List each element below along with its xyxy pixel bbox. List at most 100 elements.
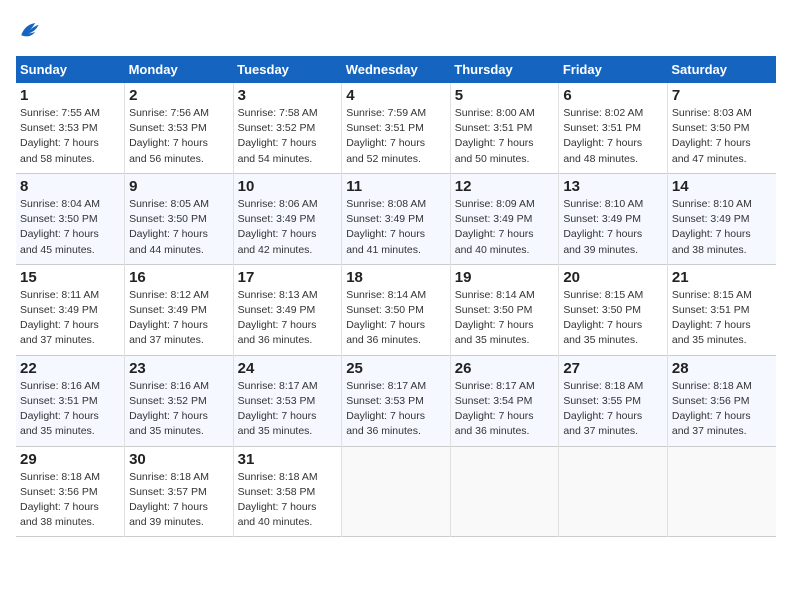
day-info: Sunrise: 7:55 AMSunset: 3:53 PMDaylight:… <box>20 106 120 167</box>
day-number: 17 <box>238 269 338 286</box>
day-number: 12 <box>455 178 555 195</box>
calendar-cell: 9 Sunrise: 8:05 AMSunset: 3:50 PMDaylight… <box>125 173 234 264</box>
calendar-cell: 1 Sunrise: 7:55 AMSunset: 3:53 PMDaylight… <box>16 83 125 173</box>
calendar-cell: 7 Sunrise: 8:03 AMSunset: 3:50 PMDaylight… <box>667 83 776 173</box>
day-info: Sunrise: 8:17 AMSunset: 3:54 PMDaylight:… <box>455 379 555 440</box>
day-number: 21 <box>672 269 772 286</box>
calendar-week-1: 1 Sunrise: 7:55 AMSunset: 3:53 PMDaylight… <box>16 83 776 173</box>
calendar-cell <box>559 446 668 537</box>
day-number: 30 <box>129 451 229 468</box>
calendar-cell: 29 Sunrise: 8:18 AMSunset: 3:56 PMDayligh… <box>16 446 125 537</box>
column-header-friday: Friday <box>559 56 668 83</box>
calendar-week-4: 22 Sunrise: 8:16 AMSunset: 3:51 PMDayligh… <box>16 355 776 446</box>
day-number: 27 <box>563 360 663 377</box>
calendar-table: SundayMondayTuesdayWednesdayThursdayFrid… <box>16 56 776 537</box>
calendar-week-3: 15 Sunrise: 8:11 AMSunset: 3:49 PMDayligh… <box>16 264 776 355</box>
day-number: 2 <box>129 87 229 104</box>
column-header-tuesday: Tuesday <box>233 56 342 83</box>
calendar-cell: 2Sunrise: 7:56 AMSunset: 3:53 PMDaylight… <box>125 83 234 173</box>
calendar-cell: 27 Sunrise: 8:18 AMSunset: 3:55 PMDayligh… <box>559 355 668 446</box>
day-info: Sunrise: 8:18 AMSunset: 3:56 PMDaylight:… <box>672 379 772 440</box>
day-info: Sunrise: 8:17 AMSunset: 3:53 PMDaylight:… <box>346 379 446 440</box>
calendar-cell: 15 Sunrise: 8:11 AMSunset: 3:49 PMDayligh… <box>16 264 125 355</box>
day-number: 20 <box>563 269 663 286</box>
calendar-cell: 30 Sunrise: 8:18 AMSunset: 3:57 PMDayligh… <box>125 446 234 537</box>
day-info: Sunrise: 8:13 AMSunset: 3:49 PMDaylight:… <box>238 288 338 349</box>
calendar-cell: 13 Sunrise: 8:10 AMSunset: 3:49 PMDayligh… <box>559 173 668 264</box>
day-number: 29 <box>20 451 120 468</box>
calendar-cell: 20Sunrise: 8:15 AMSunset: 3:50 PMDayligh… <box>559 264 668 355</box>
day-number: 3 <box>238 87 338 104</box>
calendar-cell: 11 Sunrise: 8:08 AMSunset: 3:49 PMDayligh… <box>342 173 451 264</box>
day-number: 14 <box>672 178 772 195</box>
day-info: Sunrise: 7:59 AMSunset: 3:51 PMDaylight:… <box>346 106 446 167</box>
day-info: Sunrise: 8:15 AMSunset: 3:51 PMDaylight:… <box>672 288 772 349</box>
calendar-cell: 21 Sunrise: 8:15 AMSunset: 3:51 PMDayligh… <box>667 264 776 355</box>
day-number: 28 <box>672 360 772 377</box>
calendar-cell <box>450 446 559 537</box>
day-number: 22 <box>20 360 120 377</box>
day-number: 16 <box>129 269 229 286</box>
day-number: 18 <box>346 269 446 286</box>
day-info: Sunrise: 8:18 AMSunset: 3:57 PMDaylight:… <box>129 470 229 531</box>
calendar-cell: 19 Sunrise: 8:14 AMSunset: 3:50 PMDayligh… <box>450 264 559 355</box>
day-number: 8 <box>20 178 120 195</box>
day-info: Sunrise: 8:02 AMSunset: 3:51 PMDaylight:… <box>563 106 663 167</box>
calendar-cell: 4 Sunrise: 7:59 AMSunset: 3:51 PMDaylight… <box>342 83 451 173</box>
page-header <box>16 16 776 44</box>
day-info: Sunrise: 8:18 AMSunset: 3:55 PMDaylight:… <box>563 379 663 440</box>
calendar-cell: 26 Sunrise: 8:17 AMSunset: 3:54 PMDayligh… <box>450 355 559 446</box>
calendar-header-row: SundayMondayTuesdayWednesdayThursdayFrid… <box>16 56 776 83</box>
day-info: Sunrise: 8:04 AMSunset: 3:50 PMDaylight:… <box>20 197 120 258</box>
day-number: 25 <box>346 360 446 377</box>
calendar-week-2: 8 Sunrise: 8:04 AMSunset: 3:50 PMDaylight… <box>16 173 776 264</box>
day-info: Sunrise: 8:14 AMSunset: 3:50 PMDaylight:… <box>346 288 446 349</box>
day-info: Sunrise: 8:16 AMSunset: 3:51 PMDaylight:… <box>20 379 120 440</box>
day-info: Sunrise: 8:03 AMSunset: 3:50 PMDaylight:… <box>672 106 772 167</box>
calendar-cell: 5Sunrise: 8:00 AMSunset: 3:51 PMDaylight… <box>450 83 559 173</box>
calendar-cell: 10 Sunrise: 8:06 AMSunset: 3:49 PMDayligh… <box>233 173 342 264</box>
day-number: 15 <box>20 269 120 286</box>
logo-bird-icon <box>16 16 44 44</box>
calendar-cell: 28 Sunrise: 8:18 AMSunset: 3:56 PMDayligh… <box>667 355 776 446</box>
calendar-cell: 3 Sunrise: 7:58 AMSunset: 3:52 PMDaylight… <box>233 83 342 173</box>
day-info: Sunrise: 7:58 AMSunset: 3:52 PMDaylight:… <box>238 106 338 167</box>
calendar-cell: 16 Sunrise: 8:12 AMSunset: 3:49 PMDayligh… <box>125 264 234 355</box>
calendar-cell: 24Sunrise: 8:17 AMSunset: 3:53 PMDayligh… <box>233 355 342 446</box>
calendar-cell: 22 Sunrise: 8:16 AMSunset: 3:51 PMDayligh… <box>16 355 125 446</box>
day-number: 31 <box>238 451 338 468</box>
day-number: 13 <box>563 178 663 195</box>
day-info: Sunrise: 8:05 AMSunset: 3:50 PMDaylight:… <box>129 197 229 258</box>
day-info: Sunrise: 8:16 AMSunset: 3:52 PMDaylight:… <box>129 379 229 440</box>
day-info: Sunrise: 8:18 AMSunset: 3:56 PMDaylight:… <box>20 470 120 531</box>
day-number: 7 <box>672 87 772 104</box>
day-number: 26 <box>455 360 555 377</box>
calendar-cell: 25 Sunrise: 8:17 AMSunset: 3:53 PMDayligh… <box>342 355 451 446</box>
calendar-cell: 18 Sunrise: 8:14 AMSunset: 3:50 PMDayligh… <box>342 264 451 355</box>
day-number: 19 <box>455 269 555 286</box>
calendar-cell: 12Sunrise: 8:09 AMSunset: 3:49 PMDayligh… <box>450 173 559 264</box>
calendar-cell: 14 Sunrise: 8:10 AMSunset: 3:49 PMDayligh… <box>667 173 776 264</box>
column-header-wednesday: Wednesday <box>342 56 451 83</box>
day-info: Sunrise: 8:10 AMSunset: 3:49 PMDaylight:… <box>672 197 772 258</box>
calendar-week-5: 29 Sunrise: 8:18 AMSunset: 3:56 PMDayligh… <box>16 446 776 537</box>
day-info: Sunrise: 8:18 AMSunset: 3:58 PMDaylight:… <box>238 470 338 531</box>
day-number: 23 <box>129 360 229 377</box>
day-info: Sunrise: 8:12 AMSunset: 3:49 PMDaylight:… <box>129 288 229 349</box>
day-info: Sunrise: 8:08 AMSunset: 3:49 PMDaylight:… <box>346 197 446 258</box>
calendar-cell <box>342 446 451 537</box>
day-number: 4 <box>346 87 446 104</box>
day-number: 1 <box>20 87 120 104</box>
day-number: 11 <box>346 178 446 195</box>
day-info: Sunrise: 8:10 AMSunset: 3:49 PMDaylight:… <box>563 197 663 258</box>
calendar-cell: 23 Sunrise: 8:16 AMSunset: 3:52 PMDayligh… <box>125 355 234 446</box>
day-number: 9 <box>129 178 229 195</box>
logo <box>16 16 48 44</box>
day-info: Sunrise: 8:06 AMSunset: 3:49 PMDaylight:… <box>238 197 338 258</box>
day-info: Sunrise: 8:11 AMSunset: 3:49 PMDaylight:… <box>20 288 120 349</box>
column-header-monday: Monday <box>125 56 234 83</box>
day-info: Sunrise: 8:00 AMSunset: 3:51 PMDaylight:… <box>455 106 555 167</box>
day-number: 10 <box>238 178 338 195</box>
day-info: Sunrise: 8:14 AMSunset: 3:50 PMDaylight:… <box>455 288 555 349</box>
day-info: Sunrise: 8:17 AMSunset: 3:53 PMDaylight:… <box>238 379 338 440</box>
